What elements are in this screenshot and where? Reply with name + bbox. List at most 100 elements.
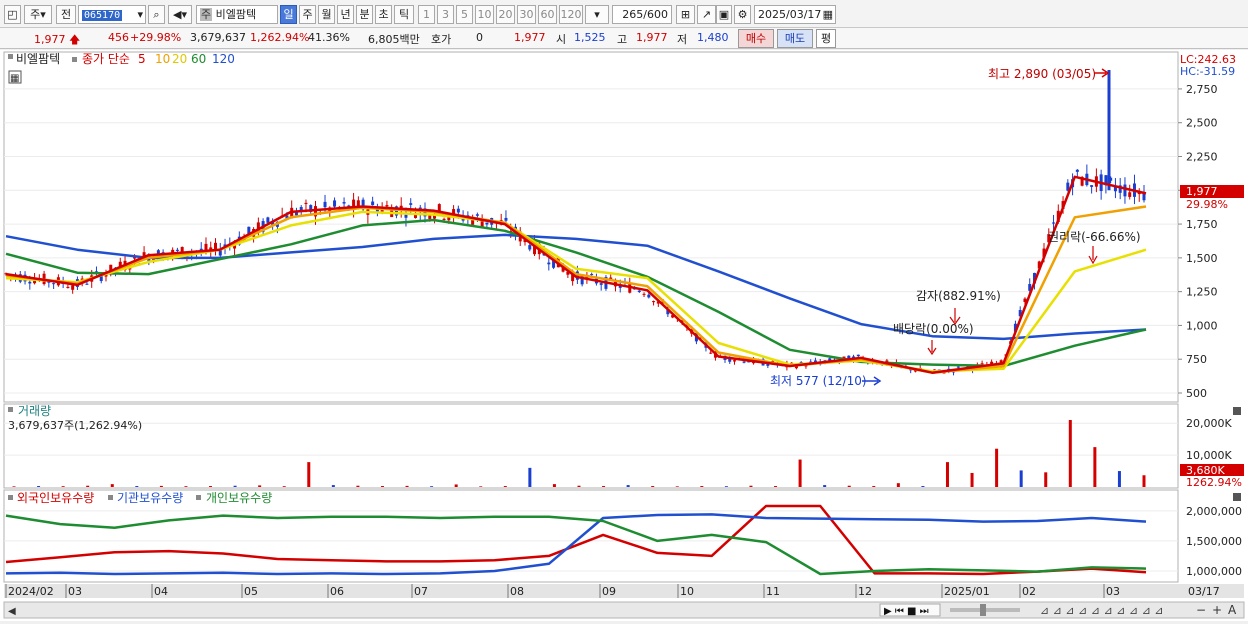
panel-close-icon[interactable] [1233,407,1241,415]
legend-marker [108,495,113,500]
volume-bar [61,486,65,487]
interval-30[interactable]: 30 [517,5,536,24]
stock-name-field[interactable]: 주 비엘팜텍 [196,5,278,24]
candle-body [599,283,603,285]
volume-bar [1093,447,1097,487]
legend-ma-5[interactable]: 5 [138,52,146,66]
legend-institution[interactable]: 기관보유수량 [117,491,183,505]
interval-dropdown[interactable]: ▾ [585,5,609,24]
legend-stock-name[interactable]: 비엘팜텍 [16,52,60,66]
holdings-tick-label: 2,000,000 [1186,505,1242,518]
volume-panel[interactable] [3,403,1179,489]
candle-body [371,201,375,206]
panel-close-icon[interactable] [1233,493,1241,501]
ref-button[interactable]: 전 [56,5,76,24]
candle-body [480,220,484,227]
volume-bar [209,486,213,487]
period-day[interactable]: 일 [280,5,297,24]
date-input[interactable]: 2025/03/17 ▦ [754,5,836,24]
eval-button[interactable]: 평 [816,29,836,48]
volume-bar [921,486,925,487]
interval-3[interactable]: 3 [437,5,454,24]
x-axis-bar [4,584,1244,598]
legend-ma-10[interactable]: 10 [155,52,170,66]
playback-icon[interactable]: ▶ ⏮ ■ ⏭ [884,606,929,617]
buy-button[interactable]: 매수 [738,29,774,48]
last-volume-pct: 1262.94% [1186,476,1242,489]
zoom-slider-handle[interactable] [980,604,986,616]
x-tick-label: 07 [414,585,428,598]
legend-ma-20[interactable]: 20 [172,52,187,66]
interval-60[interactable]: 60 [538,5,557,24]
x-tick-label: 06 [330,585,344,598]
chart-area[interactable]: 2,7502,5002,2502,0001,7501,5001,2501,000… [0,50,1248,621]
period-minute[interactable]: 분 [356,5,373,24]
period-year[interactable]: 년 [337,5,354,24]
date-value: 2025/03/17 [758,8,822,21]
legend-ma-label[interactable]: 종가 단순 [82,52,130,66]
indicator-icon[interactable]: ↗ [697,5,716,24]
volume-bar [847,485,851,487]
window-icon[interactable]: ◰ [4,5,21,24]
stock-name-prefix: 주 [200,8,213,21]
interval-5[interactable]: 5 [456,5,473,24]
speaker-icon[interactable]: ◀▾ [168,5,192,24]
volume-bar [1142,475,1146,487]
volume-bar [1044,472,1048,487]
volume-bar [700,486,704,487]
candle-body [385,205,389,207]
tool-icons[interactable]: ⊿ ⊿ ⊿ ⊿ ⊿ ⊿ ⊿ ⊿ ⊿ ⊿ [1040,604,1164,617]
price-panel[interactable] [3,51,1179,403]
volume-bar [896,483,900,487]
change-pct: +29.98% [130,31,182,44]
interval-1[interactable]: 1 [418,5,435,24]
hoga-value: 0 [476,31,483,44]
legend-foreign[interactable]: 외국인보유수량 [17,491,94,505]
scroll-left-icon[interactable]: ◀ [8,606,16,617]
volume-bar [454,484,458,487]
save-icon[interactable]: ▣ [716,5,732,24]
period-tick[interactable]: 틱 [394,5,414,24]
count-input[interactable]: 265/600 [612,5,672,24]
interval-20[interactable]: 20 [496,5,515,24]
volume-bar [970,472,974,487]
hoga-price: 1,977 [514,31,546,44]
period-month[interactable]: 월 [318,5,335,24]
candle-body [85,283,89,285]
legend-marker [72,57,77,62]
candle-body [442,218,446,220]
rights-annotation: 권리락(-66.66%) [1048,230,1141,244]
candle-body [266,217,270,223]
x-tick-label: 03/17 [1188,585,1220,598]
search-icon[interactable]: ⌕ [148,5,165,24]
zoom-in-icon[interactable]: + [1212,603,1222,617]
sell-button[interactable]: 매도 [777,29,813,48]
zoom-out-icon[interactable]: − [1196,603,1206,617]
volume: 3,679,637 [190,31,246,44]
legend-individual[interactable]: 개인보유수량 [206,491,272,505]
legend-ma-120[interactable]: 120 [212,52,235,66]
last-price-pct: 29.98% [1186,198,1228,211]
x-tick-label: 10 [680,585,694,598]
market-select[interactable]: 주▾ [24,5,52,24]
stock-chart[interactable]: 2,7502,5002,2502,0001,7501,5001,2501,000… [0,50,1248,621]
legend-ma-60[interactable]: 60 [191,52,206,66]
volume-bar [1117,471,1121,487]
period-second[interactable]: 초 [375,5,392,24]
interval-120[interactable]: 120 [559,5,583,24]
code-value: 065170 [82,10,123,21]
price-value: 1,977 [34,33,66,46]
table-icon-glyph: ▦ [10,73,19,84]
volume-title[interactable]: 거래량 [18,404,51,418]
volume-bar [675,486,679,487]
period-week[interactable]: 주 [299,5,316,24]
font-size-icon[interactable]: A [1228,603,1237,617]
price-tick-label: 750 [1186,353,1207,366]
interval-10[interactable]: 10 [475,5,494,24]
price-tick-label: 2,500 [1186,117,1218,130]
crosshair-icon[interactable]: ⊞ [676,5,695,24]
price-tick-label: 2,250 [1186,150,1218,163]
volume-bar [430,486,434,487]
code-input[interactable]: 065170 ▾ [78,5,146,24]
gear-icon[interactable]: ⚙ [734,5,751,24]
